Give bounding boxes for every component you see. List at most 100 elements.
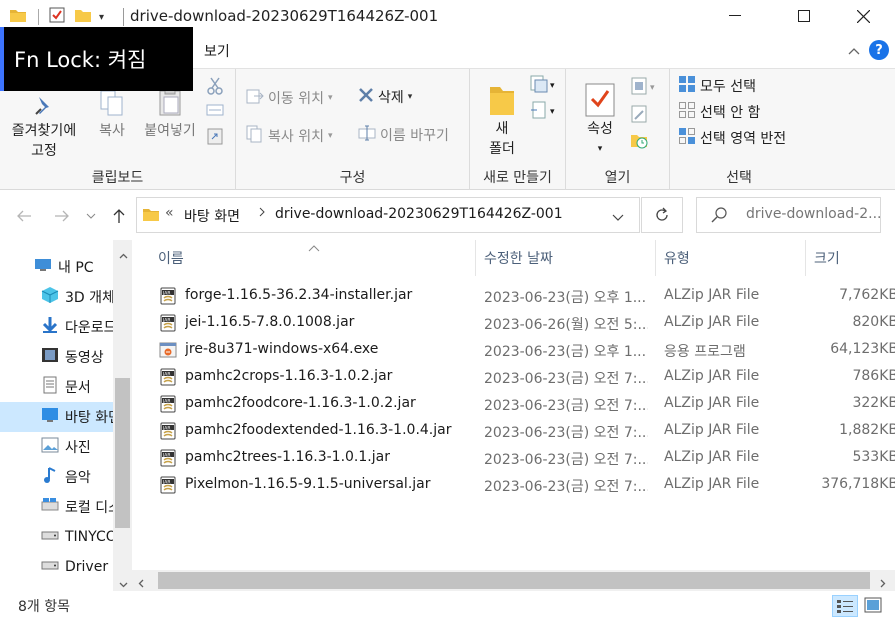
open-group-label: 열기: [604, 170, 631, 186]
select-none-button[interactable]: 선택 안 함: [678, 101, 760, 123]
maximize-button[interactable]: [781, 0, 827, 32]
chevron-up-icon[interactable]: [848, 43, 860, 59]
breadcrumb-current[interactable]: drive-download-20230629T164426Z-001: [275, 206, 563, 222]
chevron-up-icon[interactable]: [119, 247, 128, 263]
file-modified: 2023-06-23(금) 오전 7:...: [484, 479, 648, 495]
properties-button[interactable]: 속성 ▾: [578, 77, 622, 159]
copy-to-button[interactable]: 복사 위치 ▾: [246, 125, 333, 147]
file-size: 533KB: [852, 449, 895, 465]
table-row[interactable]: JAR pamhc2foodextended-1.16.3-1.0.4.jar 20…: [132, 418, 895, 445]
copy-to-label: 복사 위치: [268, 129, 324, 145]
select-all-button[interactable]: 모두 선택: [678, 75, 756, 97]
horizontal-scrollbar[interactable]: [132, 570, 895, 591]
column-divider[interactable]: [655, 240, 656, 276]
scrollbar-thumb[interactable]: [158, 572, 870, 589]
column-header-type[interactable]: 유형: [664, 240, 804, 276]
invert-selection-button[interactable]: 선택 영역 반전: [678, 127, 786, 149]
table-row[interactable]: JAR pamhc2crops-1.16.3-1.0.2.jar 2023-06-2…: [132, 364, 895, 391]
chevron-down-icon: ▾: [550, 81, 555, 91]
edit-icon[interactable]: [630, 105, 648, 127]
column-divider[interactable]: [805, 240, 806, 276]
column-header-name[interactable]: 이름: [158, 240, 476, 276]
search-input[interactable]: drive-download-2...: [696, 197, 881, 233]
sidebar-item-tinycore[interactable]: TINYCORE: [0, 522, 113, 552]
select-group-label: 선택: [726, 170, 752, 186]
file-size: 322KB: [852, 395, 895, 411]
table-row[interactable]: JAR Pixelmon-1.16.5-9.1.5-universal.jar 20…: [132, 472, 895, 499]
delete-button[interactable]: 삭제 ▾: [358, 87, 412, 107]
chevron-down-icon[interactable]: [612, 210, 624, 226]
file-type: ALZip JAR File: [664, 449, 760, 465]
minimize-button[interactable]: [712, 0, 758, 32]
paste-button[interactable]: 붙여넣기: [138, 83, 202, 141]
forward-button[interactable]: [52, 206, 72, 226]
chevron-down-icon: ▾: [407, 92, 413, 102]
easy-access-button[interactable]: ▾: [530, 101, 555, 123]
sidebar-item-label: 문서: [65, 380, 91, 396]
up-button[interactable]: [109, 206, 129, 226]
sidebar-item-pictures[interactable]: 사진: [0, 432, 113, 462]
paste-label: 붙여넣기: [144, 123, 196, 139]
cut-icon[interactable]: [206, 77, 224, 99]
rename-button[interactable]: 이름 바꾸기: [358, 125, 449, 145]
column-header-size[interactable]: 크기: [814, 240, 894, 276]
file-size: 1,882KB: [839, 422, 895, 438]
breadcrumb-overflow[interactable]: «: [165, 205, 174, 221]
column-header-modified[interactable]: 수정한 날짜: [484, 240, 654, 276]
sidebar-item-local-disk[interactable]: 로컬 디스크: [0, 492, 113, 522]
new-folder-button[interactable]: 새 폴더: [480, 77, 524, 159]
move-to-button[interactable]: 이동 위치 ▾: [246, 87, 333, 109]
sidebar-item-desktop[interactable]: 바탕 화면: [0, 402, 113, 432]
table-row[interactable]: JAR forge-1.16.5-36.2.34-installer.jar 202…: [132, 283, 895, 310]
close-button[interactable]: [840, 0, 886, 32]
new-folder-icon[interactable]: [75, 8, 91, 26]
sidebar-item-documents[interactable]: 문서: [0, 372, 113, 402]
navigation-scrollbar[interactable]: [113, 240, 132, 591]
chevron-down-icon[interactable]: [119, 576, 128, 592]
details-view-button[interactable]: [832, 595, 858, 617]
3d-objects-icon: [41, 286, 59, 308]
history-icon[interactable]: [630, 131, 648, 153]
jar-file-icon: JAR: [159, 449, 177, 471]
customize-toolbar-icon[interactable]: ▾: [99, 12, 104, 23]
copy-path-icon[interactable]: [206, 103, 224, 121]
properties-icon[interactable]: [49, 7, 65, 27]
table-row[interactable]: JAR pamhc2trees-1.16.3-1.0.1.jar 2023-06-2…: [132, 445, 895, 472]
column-divider[interactable]: [475, 240, 476, 276]
table-row[interactable]: JAR jei-1.16.5-7.8.0.1008.jar 2023-06-26(월…: [132, 310, 895, 337]
scrollbar-thumb[interactable]: [115, 378, 130, 528]
table-row[interactable]: jre-8u371-windows-x64.exe 2023-06-23(금) 오…: [132, 337, 895, 364]
recent-locations-button[interactable]: [84, 206, 98, 226]
sidebar-item-music[interactable]: 음악: [0, 462, 113, 492]
help-icon[interactable]: ?: [869, 40, 889, 60]
sidebar-item-driver[interactable]: Driver: [0, 552, 113, 582]
new-item-button[interactable]: ▾: [530, 75, 555, 97]
address-bar[interactable]: « 바탕 화면 drive-download-20230629T164426Z-…: [136, 197, 640, 233]
open-button[interactable]: ▾: [630, 77, 655, 99]
copy-to-icon: [246, 125, 264, 147]
sidebar-item-3d-objects[interactable]: 3D 개체: [0, 282, 113, 312]
chevron-right-icon[interactable]: [258, 206, 266, 222]
table-row[interactable]: JAR pamhc2foodcore-1.16.3-1.0.2.jar 2023-0…: [132, 391, 895, 418]
sidebar-item-this-pc[interactable]: 내 PC: [0, 252, 113, 282]
quick-access-toolbar: ▾: [10, 6, 104, 28]
jar-file-icon: JAR: [159, 314, 177, 336]
paste-shortcut-icon[interactable]: [207, 127, 223, 149]
chevron-left-icon[interactable]: [138, 576, 144, 592]
fn-lock-overlay: Fn Lock: 켜짐: [0, 27, 193, 91]
tab-view[interactable]: 보기: [204, 41, 230, 61]
new-group: 새 폴더 ▾ ▾ 새로 만들기: [470, 69, 566, 191]
chevron-right-icon[interactable]: [880, 576, 886, 592]
copy-button[interactable]: 복사: [92, 83, 132, 141]
file-modified: 2023-06-23(금) 오후 1...: [484, 290, 647, 306]
back-button[interactable]: [14, 206, 34, 226]
large-icons-view-button[interactable]: [864, 597, 882, 617]
rename-icon: [358, 125, 376, 145]
organize-group-label: 구성: [339, 170, 366, 186]
refresh-button[interactable]: [641, 197, 683, 233]
file-size: 820KB: [852, 314, 895, 330]
sidebar-item-downloads[interactable]: 다운로드: [0, 312, 113, 342]
sidebar-item-videos[interactable]: 동영상: [0, 342, 113, 372]
breadcrumb-desktop[interactable]: 바탕 화면: [184, 206, 240, 226]
pin-to-quick-access-button[interactable]: 즐겨찾기에 고정: [4, 83, 84, 161]
